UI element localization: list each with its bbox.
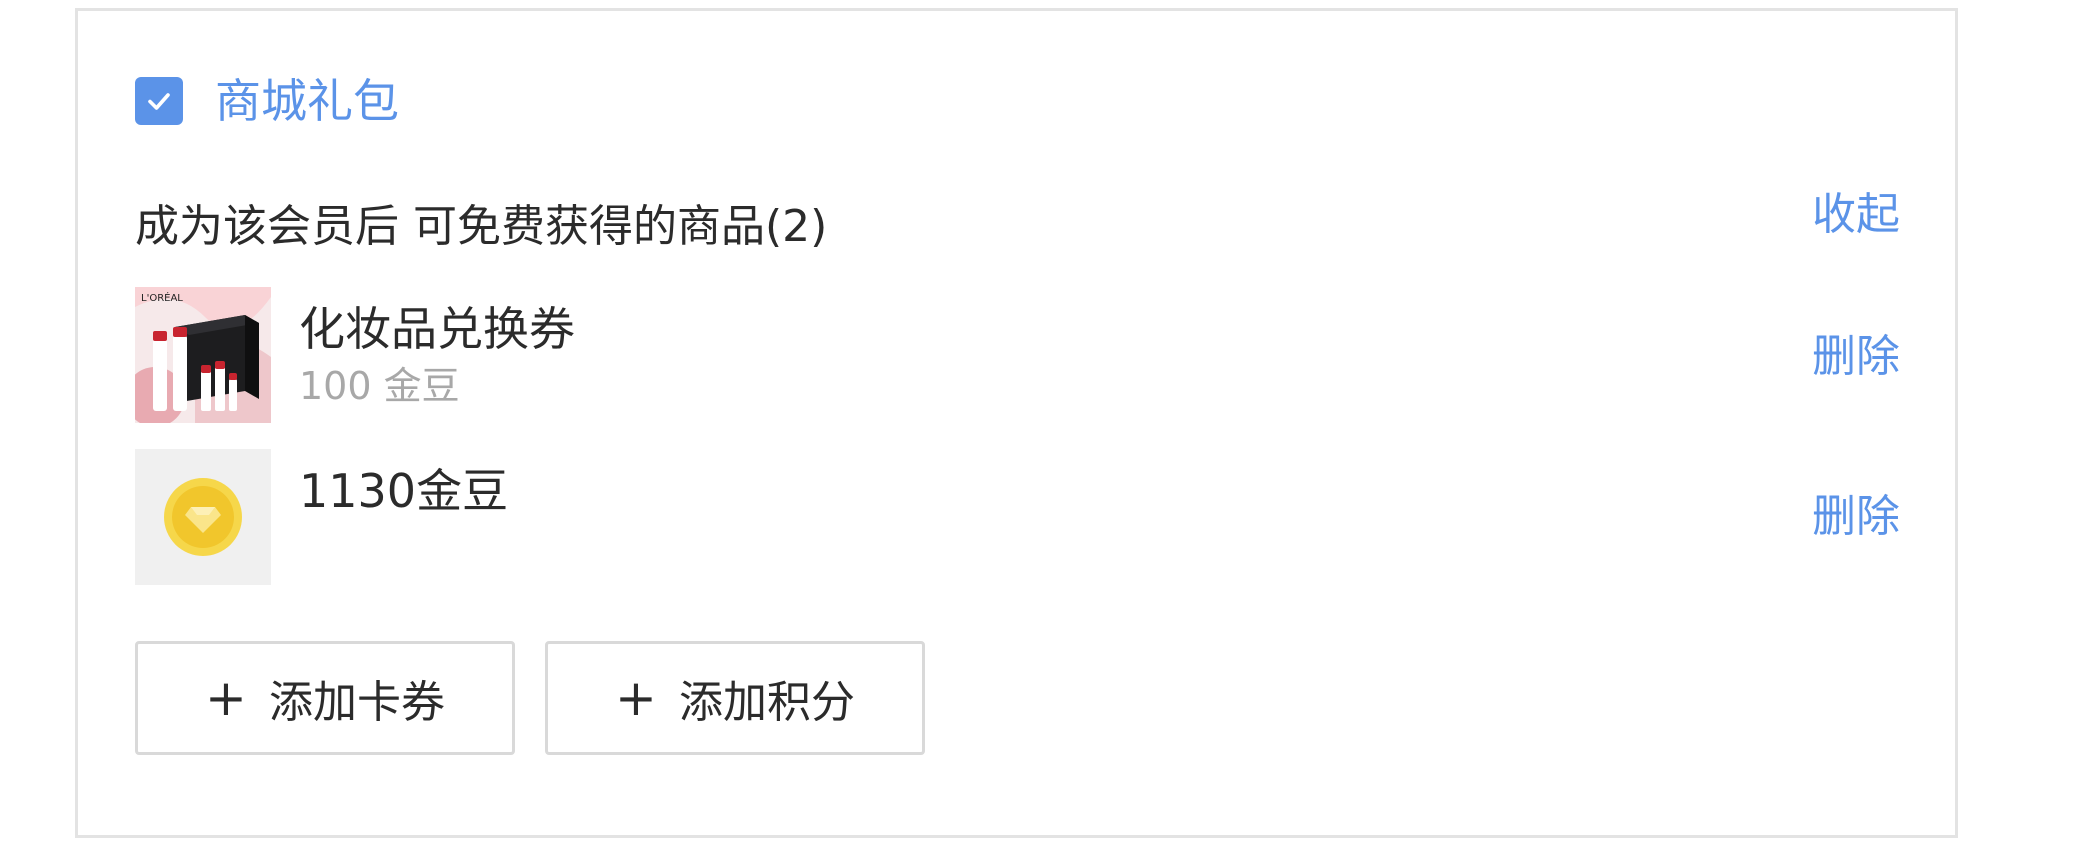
gold-coin-icon: [135, 449, 271, 585]
add-coupon-button[interactable]: + 添加卡券: [135, 641, 515, 755]
plus-icon: +: [615, 669, 657, 727]
add-points-label: 添加积分: [678, 677, 855, 728]
delete-button[interactable]: 删除: [1812, 489, 1900, 545]
collapse-button[interactable]: 收起: [1812, 187, 1900, 243]
gift-package-panel: 商城礼包 成为该会员后 可免费获得的商品(2) 收起 L'ORÉAL 化妆品兑换…: [75, 8, 1958, 838]
add-points-button[interactable]: + 添加积分: [545, 641, 925, 755]
cosmetics-thumbnail: L'ORÉAL: [135, 287, 271, 423]
free-items-subtitle: 成为该会员后 可免费获得的商品(2): [135, 201, 828, 252]
gold-coin-thumbnail: [135, 449, 271, 585]
checkmark-icon: [148, 93, 170, 110]
add-coupon-label: 添加卡券: [268, 677, 445, 728]
plus-icon: +: [205, 669, 247, 727]
delete-button[interactable]: 删除: [1812, 329, 1900, 385]
brand-logo: L'ORÉAL: [141, 291, 183, 304]
gift-package-checkbox[interactable]: [135, 77, 183, 125]
item-name: 化妆品兑换券: [299, 302, 575, 356]
item-name: 1130金豆: [299, 464, 509, 518]
gift-package-title: 商城礼包: [215, 74, 399, 128]
item-price: 100 金豆: [299, 364, 460, 408]
cosmetics-gift-box-image: L'ORÉAL: [135, 287, 271, 423]
